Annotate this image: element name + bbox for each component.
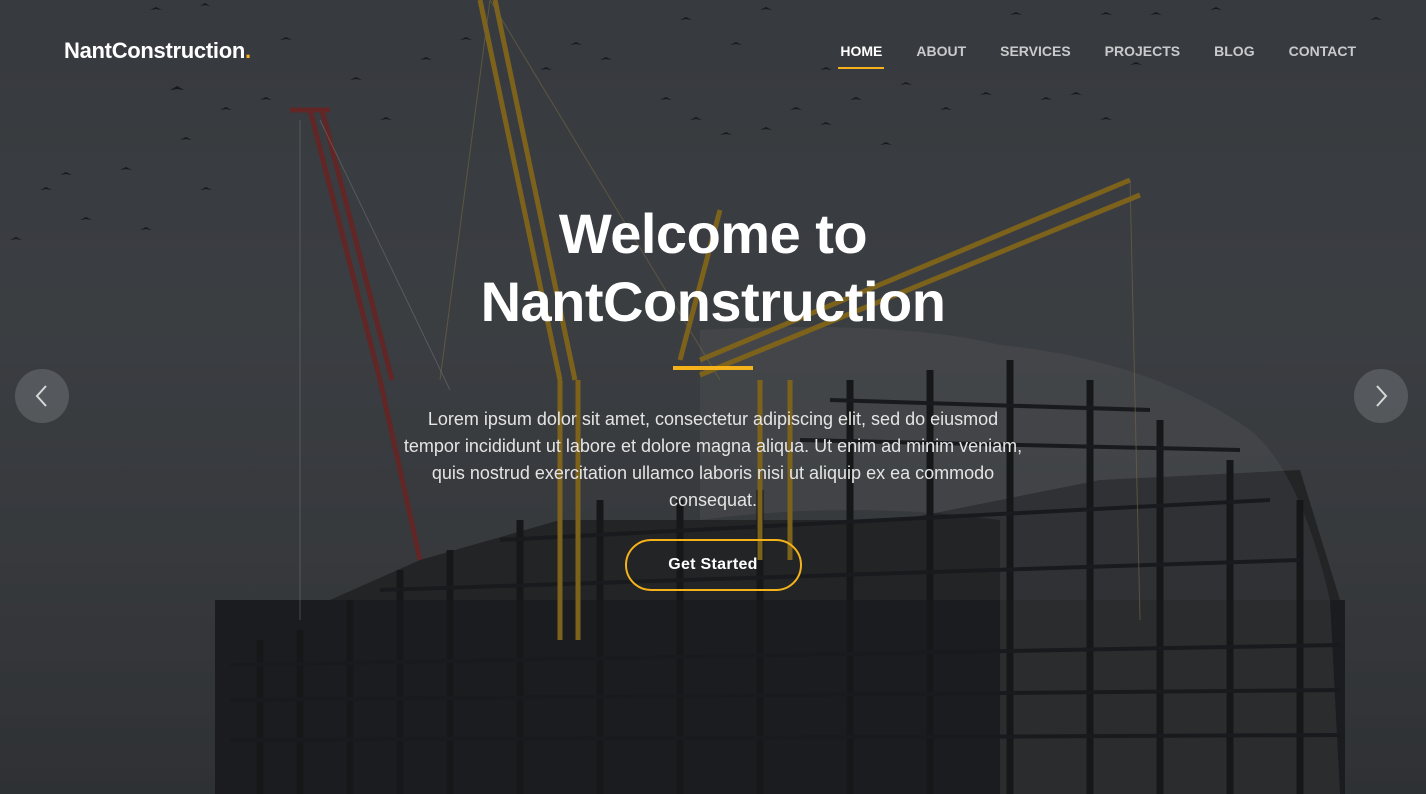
nav-item-home[interactable]: HOME: [838, 43, 885, 69]
slider-next-button[interactable]: [1354, 369, 1408, 423]
brand-name: NantConstruction: [64, 38, 245, 63]
nav-item-contact[interactable]: CONTACT: [1289, 43, 1356, 67]
hero-title-line2: NantConstruction: [480, 270, 946, 333]
nav-item-about[interactable]: ABOUT: [916, 43, 966, 67]
title-underline: [673, 366, 753, 370]
chevron-left-icon: [35, 385, 47, 407]
slider-prev-button[interactable]: [15, 369, 69, 423]
nav-item-projects[interactable]: PROJECTS: [1105, 43, 1180, 67]
brand-dot: .: [244, 38, 251, 63]
brand-logo[interactable]: NantConstruction.: [64, 38, 251, 64]
hero-title-line1: Welcome to: [558, 202, 868, 265]
main-nav: HOME ABOUT SERVICES PROJECTS BLOG CONTAC…: [806, 43, 1356, 69]
get-started-button[interactable]: Get Started: [624, 539, 802, 591]
hero-title: Welcome to NantConstruction: [363, 200, 1063, 336]
chevron-right-icon: [1376, 385, 1388, 407]
hero-description: Lorem ipsum dolor sit amet, consectetur …: [403, 409, 1023, 510]
nav-item-blog[interactable]: BLOG: [1214, 43, 1254, 67]
nav-item-services[interactable]: SERVICES: [1000, 43, 1071, 67]
hero-content: Welcome to NantConstruction Lorem ipsum …: [363, 200, 1063, 591]
